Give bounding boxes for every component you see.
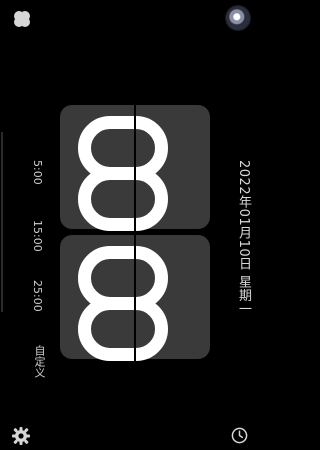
preset-25min[interactable]: 25:00 (31, 280, 44, 312)
avatar[interactable] (226, 6, 250, 30)
preset-custom[interactable]: 自定义 (31, 345, 47, 378)
preset-15min[interactable]: 15:00 (31, 220, 44, 252)
clover-icon[interactable] (12, 9, 32, 29)
preset-5min[interactable]: 5:00 (31, 160, 44, 185)
side-divider (1, 132, 3, 312)
clock-icon[interactable] (231, 427, 248, 444)
date-label: 2022年01月10日 星期一 (236, 160, 251, 316)
minutes-digit-2 (78, 297, 168, 361)
settings-icon[interactable] (11, 426, 31, 446)
flip-split-line (134, 102, 136, 361)
hours-digit-2 (78, 167, 168, 231)
